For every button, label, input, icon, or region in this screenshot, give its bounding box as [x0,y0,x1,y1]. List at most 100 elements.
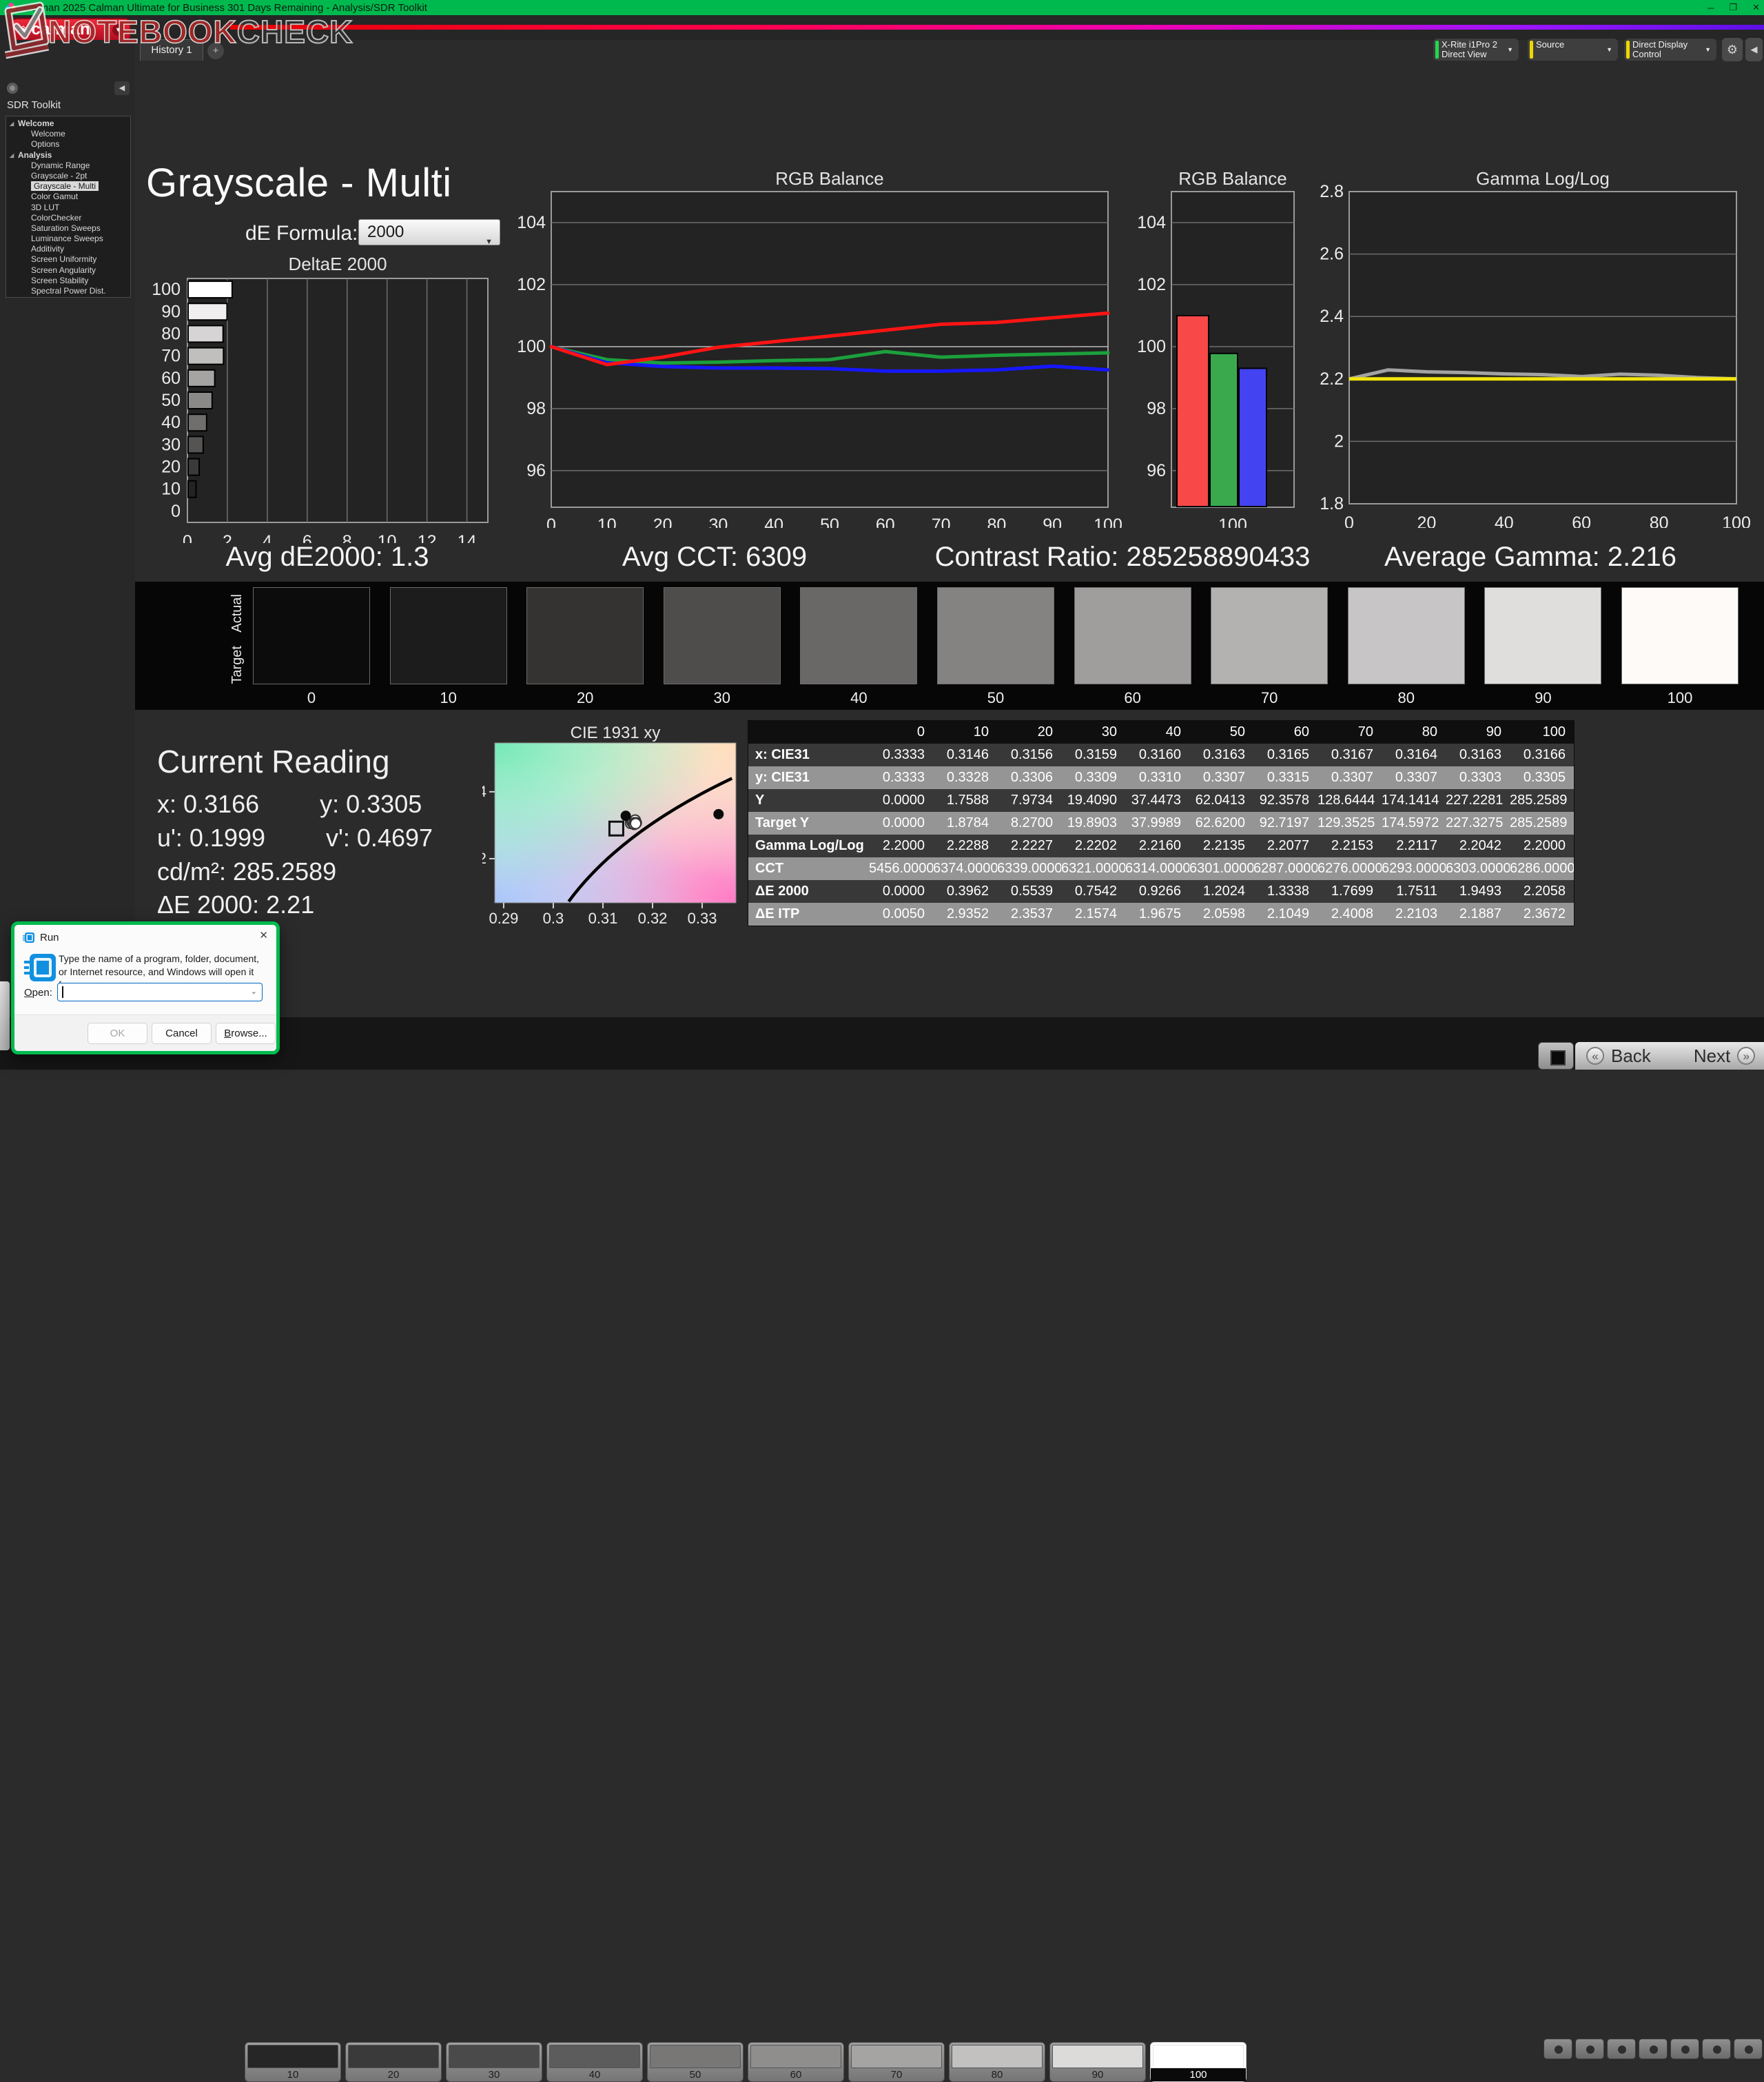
meter-dropdown[interactable]: X-Rite i1Pro 2 Direct View ▼ [1433,39,1519,61]
expander-icon[interactable]: ◢ [10,119,14,129]
svg-text:40: 40 [764,516,783,528]
back-arrow-icon[interactable]: « [1586,1047,1604,1065]
sidebar-item-colorchecker[interactable]: ColorChecker [6,213,130,223]
table-cell: 0.3315 [1253,766,1317,789]
gear-icon[interactable]: ⚙ [1722,38,1743,61]
table-cell: 0.3307 [1382,766,1446,789]
mini-toolbar-button[interactable] [1639,2039,1668,2059]
sidebar-item-options[interactable]: Options [6,139,130,150]
sidebar-collapse-button[interactable]: ◀ [114,81,130,95]
sidebar-item-grayscale-multi[interactable]: Grayscale - Multi [6,181,130,192]
mini-toolbar-button[interactable] [1544,2039,1572,2059]
sidebar-item-analysis[interactable]: ◢Analysis [6,150,130,161]
sidebar-item-screen-stability[interactable]: Screen Stability [6,276,130,286]
ramp-swatch-80 [1348,587,1465,684]
add-tab-button[interactable]: + [207,43,224,59]
patch-button-60[interactable]: 60 [748,2042,844,2082]
display-control-dropdown[interactable]: Direct Display Control ▼ [1624,39,1716,61]
sidebar-item-welcome[interactable]: Welcome [6,129,130,139]
sidebar-item-screen-angularity[interactable]: Screen Angularity [6,265,130,276]
de-formula-value: 2000 [367,223,404,241]
mini-toolbar-button[interactable] [1607,2039,1636,2059]
table-cell: 2.2077 [1253,835,1317,857]
sidebar-item-additivity[interactable]: Additivity [6,244,130,254]
spectrum-gradient-line [230,25,1764,30]
run-dialog: Run ✕ Type the name of a program, folder… [11,921,280,1054]
sidebar-item-3d-lut[interactable]: 3D LUT [6,203,130,213]
close-icon[interactable]: ✕ [1752,2,1760,13]
table-cell: 0.3164 [1382,744,1446,766]
patch-button-50[interactable]: 50 [647,2042,743,2082]
svg-text:DeltaE 2000: DeltaE 2000 [288,254,387,274]
table-cell: 2.2160 [1125,835,1189,857]
calman-brand: calman [31,20,90,39]
chevron-down-icon[interactable]: ▼ [112,24,124,36]
mini-toolbar-button[interactable] [1575,2039,1604,2059]
sidebar-item-welcome[interactable]: ◢Welcome [6,119,130,129]
sidebar-item-screen-uniformity[interactable]: Screen Uniformity [6,254,130,265]
patch-button-10[interactable]: 10 [245,2042,341,2082]
open-input[interactable]: ⌄ [57,983,263,1001]
ramp-swatch-70 [1211,587,1328,684]
sidebar-item-saturation-sweeps[interactable]: Saturation Sweeps [6,223,130,234]
stop-button[interactable] [1538,1042,1574,1070]
close-icon[interactable]: ✕ [259,929,268,941]
window-titlebar: Calman 2025 Calman Ultimate for Business… [0,0,1764,15]
patch-label: 50 [650,2068,741,2081]
cancel-button[interactable]: Cancel [152,1023,212,1044]
ok-button[interactable]: OK [88,1023,147,1044]
sidebar-item-label: Screen Uniformity [31,254,96,264]
sidebar-item-label: Saturation Sweeps [31,223,101,233]
patch-label: 10 [247,2068,338,2081]
de-formula-select[interactable]: 2000 ▼ [358,219,500,245]
sidebar-item-grayscale-2pt[interactable]: Grayscale - 2pt [6,171,130,181]
patch-button-70[interactable]: 70 [848,2042,945,2082]
sidebar-item-dynamic-range[interactable]: Dynamic Range [6,161,130,171]
patch-swatch [952,2045,1043,2068]
patch-label: 20 [348,2068,439,2081]
mini-toolbar-button[interactable] [1670,2039,1699,2059]
svg-text:90: 90 [1043,516,1062,528]
sidebar-item-label: Welcome [31,129,65,139]
next-button[interactable]: Next [1694,1045,1730,1067]
sidebar-item-label: Color Gamut [31,192,78,201]
partially-visible-button[interactable] [0,981,10,1050]
sidebar-item-label: Grayscale - Multi [31,181,99,191]
sidebar-item-spectral-power-dist-[interactable]: Spectral Power Dist. [6,286,130,296]
svg-text:98: 98 [526,399,546,418]
table-cell: 62.6200 [1189,812,1253,835]
table-cell: 92.7197 [1253,812,1317,835]
ramp-swatch-label: 30 [664,689,781,707]
run-dialog-titlebar[interactable]: Run ✕ [14,925,276,946]
patch-button-90[interactable]: 90 [1049,2042,1146,2082]
sidebar-item-color-gamut[interactable]: Color Gamut [6,192,130,202]
patch-button-30[interactable]: 30 [446,2042,542,2082]
table-cell: 6321.0000 [1061,857,1125,880]
mini-toolbar-button[interactable] [1734,2039,1763,2059]
patch-button-100[interactable]: 100 [1150,2042,1247,2082]
expander-icon[interactable]: ◢ [10,150,14,161]
mini-toolbar-button[interactable] [1702,2039,1731,2059]
calman-menu-button[interactable]: ◈ calman ▼ [11,18,131,41]
restore-icon[interactable]: ❐ [1729,2,1737,13]
patch-button-20[interactable]: 20 [345,2042,442,2082]
browse-button[interactable]: Browse... [216,1023,276,1044]
table-cell: 0.3307 [1189,766,1253,789]
table-cell: 0.3165 [1253,744,1317,766]
next-arrow-icon[interactable]: » [1737,1047,1755,1065]
table-cell: 2.2135 [1189,835,1253,857]
source-dropdown[interactable]: Source ▼ [1528,39,1618,61]
sidebar-item-luminance-sweeps[interactable]: Luminance Sweeps [6,234,130,244]
patch-button-40[interactable]: 40 [546,2042,643,2082]
patch-button-80[interactable]: 80 [949,2042,1045,2082]
ramp-axis-label: Target [229,646,245,684]
back-button[interactable]: Back [1611,1045,1651,1067]
pin-icon[interactable] [7,83,18,94]
svg-text:0.32: 0.32 [482,850,486,867]
panel-collapse-button[interactable]: ◀ [1745,38,1763,61]
patch-swatch [851,2045,942,2068]
chevron-down-icon[interactable]: ⌄ [251,987,257,996]
svg-text:0.3: 0.3 [543,910,564,927]
tab-history-1[interactable]: History 1 [140,39,203,61]
minimize-icon[interactable]: ─ [1707,3,1714,13]
